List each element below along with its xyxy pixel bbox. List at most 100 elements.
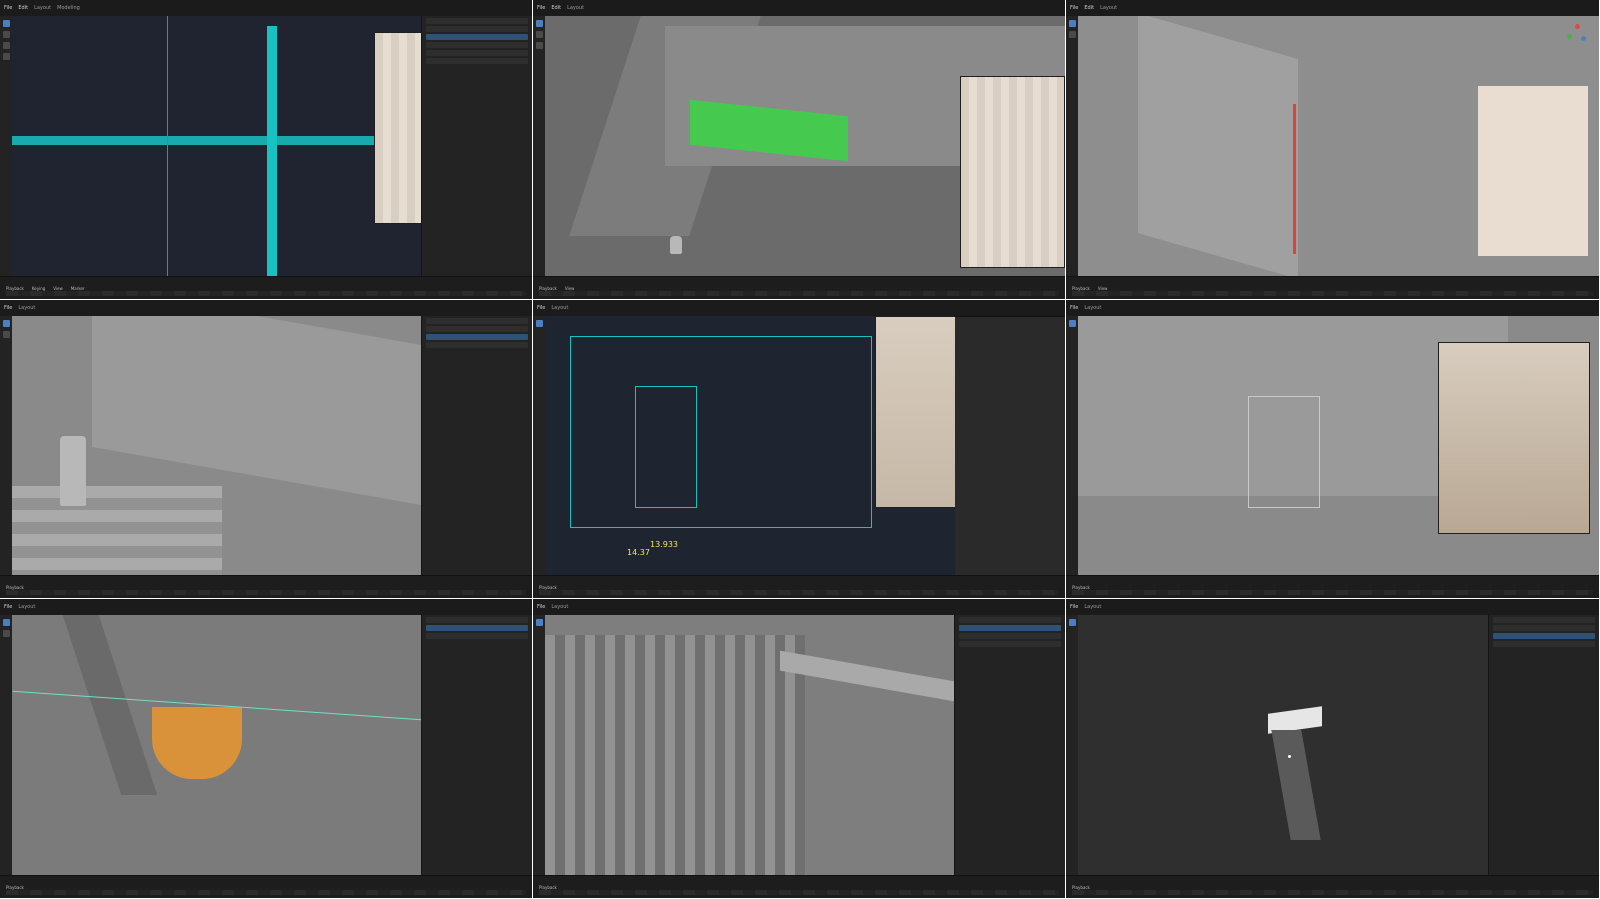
viewport-3d[interactable] [12,316,422,576]
tab-layout[interactable]: Layout [551,604,568,610]
tab-layout[interactable]: Layout [18,604,35,610]
timeline: Playback [533,875,1065,898]
move-tool-icon[interactable] [1068,31,1076,38]
header-bar: File Edit Layout [533,0,1065,17]
menu-file[interactable]: File [4,604,12,610]
timeline-ruler[interactable] [6,291,526,296]
tab-layout[interactable]: Layout [567,5,584,11]
timeline: Playback Keying View Marker [0,276,532,299]
viewport-3d[interactable] [1078,316,1599,576]
move-tool-icon[interactable] [535,31,543,38]
tab-layout[interactable]: Layout [1084,604,1101,610]
tile-4: File Layout Playback [0,300,533,599]
outliner-panel [421,615,532,876]
select-tool-icon[interactable] [2,619,10,626]
menu-file[interactable]: File [1070,604,1078,610]
menu-file[interactable]: File [4,305,12,311]
timeline-view[interactable]: View [53,286,63,291]
origin-marker [1288,755,1291,758]
select-tool-icon[interactable] [535,619,543,626]
timeline-ruler[interactable] [539,590,1059,595]
tab-layout[interactable]: Layout [34,5,51,11]
tab-layout[interactable]: Layout [1100,5,1117,11]
scale-tool-icon[interactable] [2,53,10,60]
viewport-3d[interactable] [1078,615,1489,876]
menu-edit[interactable]: Edit [551,5,561,11]
select-tool-icon[interactable] [1068,619,1076,626]
header-bar: File Edit Layout Modeling [0,0,532,17]
tab-layout[interactable]: Layout [18,305,35,311]
viewport-3d[interactable] [1078,16,1599,277]
select-tool-icon[interactable] [2,320,10,327]
properties-panel [954,615,1065,876]
menu-file[interactable]: File [537,305,545,311]
tile-1: File Edit Layout Modeling Playback Keyin… [0,0,533,300]
reference-image [374,32,422,224]
menu-file[interactable]: File [1070,305,1078,311]
header-bar: File Edit Layout [1066,0,1599,17]
timeline-ruler[interactable] [539,291,1059,296]
rotate-tool-icon[interactable] [535,42,543,49]
timeline-playback[interactable]: Playback [6,885,24,890]
select-tool-icon[interactable] [1068,20,1076,27]
timeline-ruler[interactable] [6,890,526,895]
menu-file[interactable]: File [1070,5,1078,11]
tile-8: File Layout Playback [533,599,1066,899]
rotate-tool-icon[interactable] [2,42,10,49]
timeline: Playback [0,875,532,898]
timeline-ruler[interactable] [1072,291,1593,296]
menu-file[interactable]: File [537,5,545,11]
viewport-3d[interactable] [545,615,955,876]
select-tool-icon[interactable] [2,20,10,27]
select-tool-icon[interactable] [1068,320,1076,327]
timeline-playback[interactable]: Playback [6,286,24,291]
move-tool-icon[interactable] [2,630,10,637]
tab-layout[interactable]: Layout [1084,305,1101,311]
select-tool-icon[interactable] [535,320,543,327]
timeline: Playback View [1066,276,1599,299]
reference-image [1438,342,1590,534]
menu-edit[interactable]: Edit [1084,5,1094,11]
header-bar: File Layout [1066,599,1599,616]
header-bar: File Layout [533,300,1065,317]
person-figure [670,236,682,254]
timeline-ruler[interactable] [1072,590,1593,595]
dimension-value-2: 14.37 [627,548,650,557]
timeline-view[interactable]: View [1098,286,1108,291]
timeline-view[interactable]: View [565,286,575,291]
timeline: Playback [0,575,532,598]
tab-modeling[interactable]: Modeling [57,5,80,11]
properties-panel [1488,615,1599,876]
select-tool-icon[interactable] [535,20,543,27]
viewport-3d[interactable]: 13.933 14.37 [545,316,955,576]
timeline-ruler[interactable] [539,890,1059,895]
menu-file[interactable]: File [537,604,545,610]
tab-layout[interactable]: Layout [551,305,568,311]
timeline-playback[interactable]: Playback [1072,885,1090,890]
menu-file[interactable]: File [4,5,12,11]
timeline-playback[interactable]: Playback [6,585,24,590]
tile-7: File Layout Playback [0,599,533,899]
timeline: Playback View [533,276,1065,299]
timeline-ruler[interactable] [1072,890,1593,895]
header-bar: File Layout [0,300,532,317]
reference-image [875,316,955,508]
timeline-marker[interactable]: Marker [71,286,85,291]
menu-edit[interactable]: Edit [18,5,28,11]
properties-panel [421,316,532,576]
move-tool-icon[interactable] [2,331,10,338]
viewport-3d[interactable] [545,16,1065,277]
timeline-keying[interactable]: Keying [32,286,45,291]
timeline-playback[interactable]: Playback [539,286,557,291]
navigation-gizmo[interactable] [1567,24,1589,46]
screenshot-grid: File Edit Layout Modeling Playback Keyin… [0,0,1600,899]
timeline-playback[interactable]: Playback [1072,286,1090,291]
viewport-3d[interactable] [12,16,422,277]
timeline-playback[interactable]: Playback [539,585,557,590]
viewport-3d[interactable] [12,615,422,876]
timeline-playback[interactable]: Playback [1072,585,1090,590]
timeline-playback[interactable]: Playback [539,885,557,890]
move-tool-icon[interactable] [2,31,10,38]
reference-image [960,76,1065,268]
timeline-ruler[interactable] [6,590,526,595]
